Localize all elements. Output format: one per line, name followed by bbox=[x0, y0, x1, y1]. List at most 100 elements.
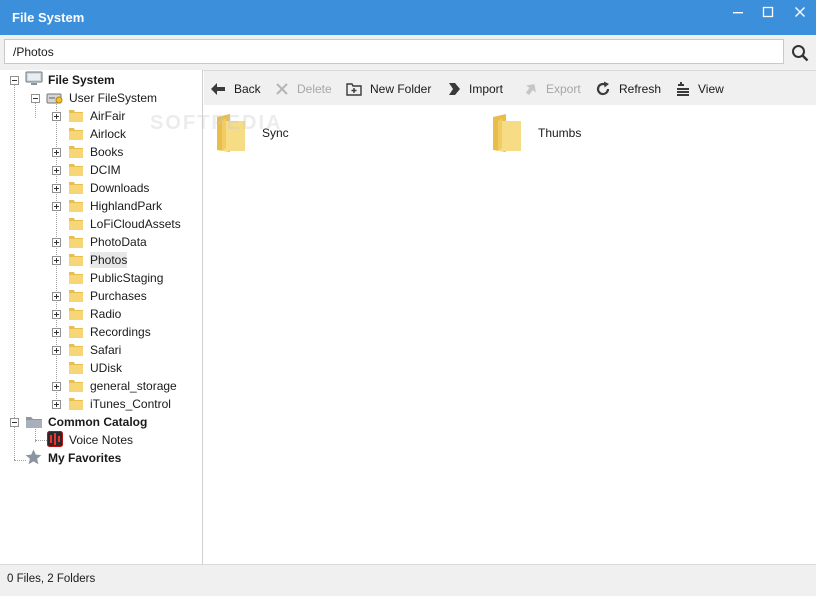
folder-item[interactable]: Thumbs bbox=[492, 111, 581, 155]
tree-node-folder[interactable]: Recordings bbox=[0, 323, 200, 341]
expand-toggle[interactable] bbox=[52, 166, 61, 175]
title-bar: File System bbox=[0, 0, 816, 35]
folder-icon bbox=[69, 146, 83, 158]
folder-icon bbox=[69, 200, 83, 212]
new-folder-icon bbox=[346, 83, 362, 96]
status-bar: 0 Files, 2 Folders bbox=[0, 564, 816, 596]
folder-icon bbox=[69, 398, 83, 410]
back-label: Back bbox=[234, 82, 261, 96]
maximize-icon bbox=[762, 6, 774, 18]
import-button[interactable]: Import bbox=[447, 79, 503, 99]
folder-item-label: Sync bbox=[262, 126, 289, 140]
tree-node-folder[interactable]: iTunes_Control bbox=[0, 395, 200, 413]
collapse-toggle[interactable] bbox=[10, 76, 19, 85]
tree-node-common-catalog[interactable]: Common Catalog bbox=[0, 413, 200, 431]
window-title: File System bbox=[12, 10, 85, 25]
tree-node-folder[interactable]: PublicStaging bbox=[0, 269, 200, 287]
tree-node-my-favorites[interactable]: My Favorites bbox=[0, 449, 200, 467]
tree-node-folder[interactable]: AirFair bbox=[0, 107, 200, 125]
folder-icon bbox=[69, 326, 83, 338]
catalog-folder-icon bbox=[26, 417, 42, 428]
tree-node-folder[interactable]: Radio bbox=[0, 305, 200, 323]
delete-button[interactable]: Delete bbox=[275, 79, 332, 99]
folder-icon bbox=[69, 362, 83, 374]
tree-label: User FileSystem bbox=[69, 91, 158, 105]
refresh-button[interactable]: Refresh bbox=[595, 79, 661, 99]
expand-toggle[interactable] bbox=[52, 256, 61, 265]
tree-node-folder[interactable]: Safari bbox=[0, 341, 200, 359]
import-label: Import bbox=[469, 82, 504, 96]
folder-icon bbox=[69, 128, 83, 140]
user-drive-icon bbox=[46, 93, 63, 104]
tree-label: Voice Notes bbox=[69, 433, 134, 447]
close-button[interactable] bbox=[786, 2, 814, 22]
collapse-toggle[interactable] bbox=[10, 418, 19, 427]
tree-node-folder[interactable]: Airlock bbox=[0, 125, 200, 143]
collapse-toggle[interactable] bbox=[31, 94, 40, 103]
tree-node-folder[interactable]: general_storage bbox=[0, 377, 200, 395]
expand-toggle[interactable] bbox=[52, 310, 61, 319]
refresh-label: Refresh bbox=[619, 82, 662, 96]
expand-toggle[interactable] bbox=[52, 202, 61, 211]
folder-icon bbox=[69, 380, 83, 392]
tree-label: UDisk bbox=[90, 361, 122, 375]
tree-node-user-filesystem[interactable]: User FileSystem bbox=[0, 89, 200, 107]
folder-content: Sync Thumbs bbox=[204, 105, 816, 564]
tree-label: Purchases bbox=[90, 289, 147, 303]
refresh-icon bbox=[596, 81, 610, 96]
toolbar: Back Delete New Folder Import Export Ref… bbox=[204, 71, 816, 106]
back-arrow-icon bbox=[211, 83, 225, 95]
folder-icon bbox=[69, 254, 83, 266]
tree-node-folder[interactable]: PhotoData bbox=[0, 233, 200, 251]
expand-toggle[interactable] bbox=[52, 328, 61, 337]
folder-item[interactable]: Sync bbox=[216, 111, 289, 155]
tree-node-file-system[interactable]: File System bbox=[0, 71, 200, 89]
folder-tree: File System User FileSystem AirFair Airlo… bbox=[0, 70, 203, 564]
export-button[interactable]: Export bbox=[524, 79, 581, 99]
folder-icon bbox=[69, 290, 83, 302]
folder-icon bbox=[69, 182, 83, 194]
tree-label: AirFair bbox=[90, 109, 126, 123]
new-folder-button[interactable]: New Folder bbox=[346, 79, 431, 99]
search-button[interactable] bbox=[788, 42, 812, 64]
folder-icon bbox=[69, 110, 83, 122]
minimize-button[interactable] bbox=[724, 2, 752, 22]
tree-label: Recordings bbox=[90, 325, 151, 339]
tree-node-folder[interactable]: Books bbox=[0, 143, 200, 161]
tree-node-folder[interactable]: LoFiCloudAssets bbox=[0, 215, 200, 233]
tree-label: DCIM bbox=[90, 163, 121, 177]
expand-toggle[interactable] bbox=[52, 184, 61, 193]
expand-toggle[interactable] bbox=[52, 382, 61, 391]
large-folder-icon bbox=[493, 114, 521, 152]
expand-toggle[interactable] bbox=[52, 148, 61, 157]
expand-toggle[interactable] bbox=[52, 112, 61, 121]
delete-x-icon bbox=[276, 83, 288, 95]
tree-node-folder[interactable]: HighlandPark bbox=[0, 197, 200, 215]
tree-label: iTunes_Control bbox=[90, 397, 171, 411]
search-icon bbox=[792, 45, 809, 62]
expand-toggle[interactable] bbox=[52, 238, 61, 247]
tree-label: HighlandPark bbox=[90, 199, 163, 213]
tree-node-folder[interactable]: Photos bbox=[0, 251, 200, 269]
minimize-icon bbox=[733, 12, 743, 14]
star-icon bbox=[25, 449, 42, 465]
tree-label: Airlock bbox=[90, 127, 127, 141]
folder-item-label: Thumbs bbox=[538, 126, 582, 140]
back-button[interactable]: Back bbox=[210, 79, 261, 99]
path-bar bbox=[0, 35, 816, 71]
maximize-button[interactable] bbox=[754, 2, 782, 22]
expand-toggle[interactable] bbox=[52, 346, 61, 355]
tree-node-folder[interactable]: DCIM bbox=[0, 161, 200, 179]
tree-label: Books bbox=[90, 145, 124, 159]
path-input[interactable] bbox=[4, 39, 784, 64]
expand-toggle[interactable] bbox=[52, 292, 61, 301]
tree-node-folder[interactable]: Purchases bbox=[0, 287, 200, 305]
tree-node-folder[interactable]: UDisk bbox=[0, 359, 200, 377]
expand-toggle[interactable] bbox=[52, 400, 61, 409]
large-folder-icon bbox=[217, 114, 245, 152]
view-button[interactable]: View bbox=[676, 79, 724, 99]
tree-label: Downloads bbox=[90, 181, 150, 195]
tree-label: Radio bbox=[90, 307, 122, 321]
tree-node-folder[interactable]: Downloads bbox=[0, 179, 200, 197]
tree-node-voice-notes[interactable]: Voice Notes bbox=[0, 431, 200, 449]
